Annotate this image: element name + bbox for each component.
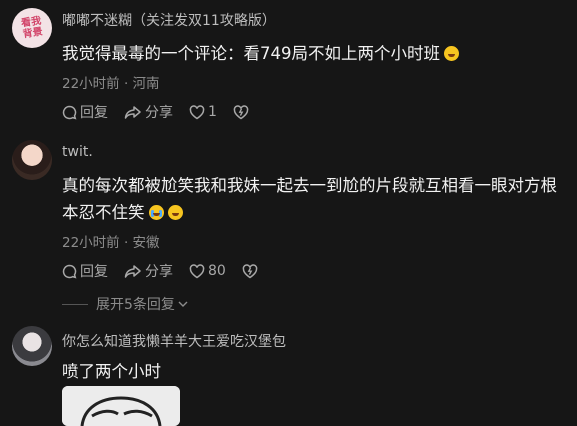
share-button[interactable]: 分享: [124, 261, 173, 281]
comment-body: 我觉得最毒的一个评论：看749局不如上两个小时班: [62, 44, 440, 63]
dislike-button[interactable]: [233, 104, 252, 120]
comment-image-thumbnail[interactable]: [62, 386, 180, 426]
comment-username[interactable]: 嘟嘟不迷糊（关注发双11攻略版）: [62, 10, 276, 30]
share-icon: [124, 105, 141, 119]
share-label: 分享: [145, 264, 173, 280]
avatar[interactable]: [12, 140, 52, 180]
dislike-icon: [242, 263, 258, 278]
comment-text: 喷了两个小时: [62, 362, 161, 381]
dislike-button[interactable]: [242, 263, 261, 279]
reply-label: 回复: [80, 105, 108, 121]
dislike-icon: [233, 104, 249, 119]
reply-icon: [62, 105, 77, 120]
expand-replies-label: 展开5条回复: [96, 297, 175, 313]
comment-username[interactable]: twit.: [62, 144, 93, 160]
heart-icon: [189, 104, 205, 119]
like-count: 1: [208, 104, 217, 120]
comment-text: 我觉得最毒的一个评论：看749局不如上两个小时班: [62, 40, 567, 67]
reply-icon: [62, 264, 77, 279]
comment-actions: 回复 分享 80: [62, 261, 277, 281]
crying-emoji-icon: [148, 205, 164, 220]
comment-time-location: 22小时前 · 河南: [62, 76, 160, 92]
expand-replies-button[interactable]: 展开5条回复: [62, 294, 189, 314]
reply-button[interactable]: 回复: [62, 102, 108, 122]
comment-username[interactable]: 你怎么知道我懒羊羊大王爱吃汉堡包: [62, 331, 286, 351]
laughing-emoji-icon: [444, 46, 459, 61]
avatar-text: 看我 背景: [20, 15, 44, 41]
laughing-emoji-icon: [167, 205, 183, 220]
share-label: 分享: [145, 105, 173, 121]
share-icon: [124, 264, 141, 278]
heart-icon: [189, 263, 205, 278]
avatar[interactable]: [12, 326, 52, 366]
avatar[interactable]: 看我 背景: [12, 8, 52, 48]
like-button[interactable]: 80: [189, 263, 226, 279]
like-button[interactable]: 1: [189, 104, 217, 120]
divider: [62, 303, 88, 305]
reply-button[interactable]: 回复: [62, 261, 108, 281]
share-button[interactable]: 分享: [124, 102, 173, 122]
comment-text: 真的每次都被尬笑我和我妹一起去一到尬的片段就互相看一眼对方根本忍不住笑: [62, 172, 567, 226]
chevron-down-icon: [178, 301, 188, 307]
comment-time-location: 22小时前 · 安徽: [62, 235, 160, 251]
meme-face-image: [62, 386, 180, 426]
comment-actions: 回复 分享 1: [62, 102, 268, 122]
like-count: 80: [208, 263, 226, 279]
comment-body: 真的每次都被尬笑我和我妹一起去一到尬的片段就互相看一眼对方根本忍不住笑: [62, 176, 557, 222]
reply-label: 回复: [80, 264, 108, 280]
